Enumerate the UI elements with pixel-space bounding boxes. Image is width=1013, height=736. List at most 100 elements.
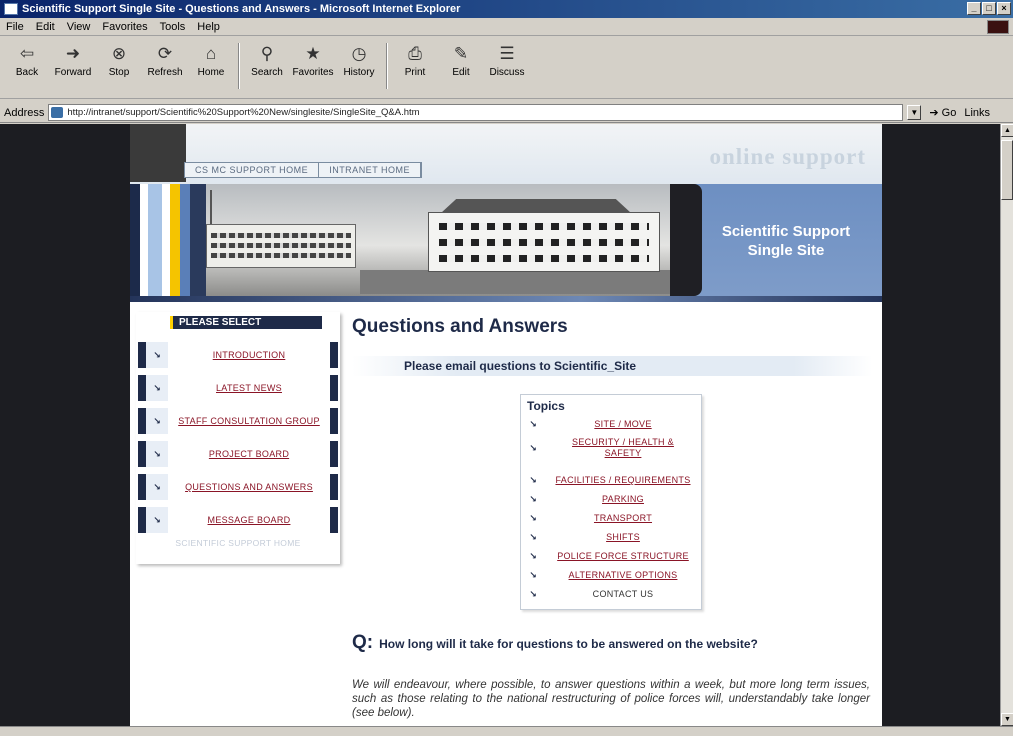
sidebar-item-label: LATEST NEWS	[216, 383, 282, 393]
topic-label: SITE / MOVE	[594, 419, 652, 429]
sidebar-footer-label: SCIENTIFIC SUPPORT HOME	[175, 538, 301, 548]
banner-divider	[130, 296, 882, 302]
arrow-icon: ↘	[146, 408, 168, 434]
topic-parking[interactable]: ↘ PARKING	[521, 494, 701, 505]
question-marker: Q:	[352, 632, 374, 653]
scroll-up-arrow-icon[interactable]: ▲	[1001, 124, 1013, 137]
sidebar-nav: PLEASE SELECT ↘ INTRODUCTION ↘ LATEST NE…	[136, 312, 340, 564]
history-label: History	[343, 67, 375, 78]
go-button[interactable]: ➔ Go	[925, 106, 960, 119]
menu-view[interactable]: View	[67, 21, 91, 33]
forward-label: Forward	[54, 67, 92, 78]
sidebar-footer-link[interactable]: SCIENTIFIC SUPPORT HOME	[138, 534, 338, 552]
topic-security[interactable]: ↘ SECURITY / HEALTH & SAFETY	[521, 437, 701, 459]
please-select-header: PLEASE SELECT	[170, 316, 322, 329]
topic-alternative-options[interactable]: ↘ ALTERNATIVE OPTIONS	[521, 570, 701, 581]
arrow-icon: ↘	[146, 474, 168, 500]
favorites-label: Favorites	[292, 67, 334, 78]
menu-bar: File Edit View Favorites Tools Help	[0, 18, 1013, 36]
topic-transport[interactable]: ↘ TRANSPORT	[521, 513, 701, 524]
edit-button[interactable]: ✎ Edit	[438, 37, 484, 95]
windows-logo-icon	[987, 20, 1009, 34]
arrow-icon: ↘	[146, 441, 168, 467]
web-page: online support CS MC SUPPORT HOME INTRAN…	[130, 124, 882, 726]
arrow-icon: ↘	[529, 419, 537, 429]
close-button[interactable]: ×	[997, 2, 1011, 15]
tab-support-home[interactable]: CS MC SUPPORT HOME	[185, 163, 320, 177]
menu-file[interactable]: File	[6, 21, 24, 33]
banner-stripes	[130, 184, 206, 296]
menu-favorites[interactable]: Favorites	[102, 21, 147, 33]
print-label: Print	[404, 67, 426, 78]
back-button[interactable]: ⇦ Back	[4, 37, 50, 95]
answer-text: We will endeavour, where possible, to an…	[352, 679, 870, 719]
topic-facilities[interactable]: ↘ FACILITIES / REQUIREMENTS	[521, 475, 701, 486]
menu-tools[interactable]: Tools	[160, 21, 186, 33]
sidebar-item-questions-answers[interactable]: ↘ QUESTIONS AND ANSWERS	[138, 474, 338, 500]
sidebar-item-introduction[interactable]: ↘ INTRODUCTION	[138, 342, 338, 368]
search-button[interactable]: ⚲ Search	[244, 37, 290, 95]
favorites-button[interactable]: ★ Favorites	[290, 37, 336, 95]
print-button[interactable]: ⎙ Print	[392, 37, 438, 95]
topic-police-force[interactable]: ↘ POLICE FORCE STRUCTURE	[521, 551, 701, 562]
site-banner: online support CS MC SUPPORT HOME INTRAN…	[130, 124, 882, 296]
menu-help[interactable]: Help	[197, 21, 220, 33]
discuss-button[interactable]: ☰ Discuss	[484, 37, 530, 95]
sidebar-item-label: INTRODUCTION	[212, 350, 286, 360]
go-label: Go	[941, 107, 957, 119]
arrow-icon: ↘	[529, 589, 537, 599]
topic-label: SHIFTS	[606, 532, 640, 542]
arrow-icon: ↘	[529, 551, 537, 561]
sidebar-item-staff-consultation[interactable]: ↘ STAFF CONSULTATION GROUP	[138, 408, 338, 434]
sidebar-item-latest-news[interactable]: ↘ LATEST NEWS	[138, 375, 338, 401]
history-button[interactable]: ◷ History	[336, 37, 382, 95]
stop-button[interactable]: ⊗ Stop	[96, 37, 142, 95]
vertical-scrollbar[interactable]: ▲ ▼	[1000, 124, 1013, 726]
sidebar-item-label: STAFF CONSULTATION GROUP	[178, 416, 320, 426]
topic-label: POLICE FORCE STRUCTURE	[557, 551, 689, 561]
sidebar-item-label: QUESTIONS AND ANSWERS	[185, 482, 313, 492]
search-icon: ⚲	[260, 44, 274, 63]
arrow-icon: ↘	[529, 570, 537, 580]
building-left	[206, 224, 356, 268]
back-label: Back	[15, 67, 39, 78]
discuss-icon: ☰	[499, 44, 515, 63]
arrow-icon: ↘	[146, 375, 168, 401]
edit-label: Edit	[452, 67, 470, 78]
arrow-icon: ↘	[146, 342, 168, 368]
banner-title-line2: Single Site	[747, 242, 825, 259]
refresh-label: Refresh	[147, 67, 183, 78]
arrow-icon: ↘	[529, 494, 537, 504]
forward-arrow-icon: ➜	[65, 44, 81, 63]
refresh-button[interactable]: ⟳ Refresh	[142, 37, 188, 95]
banner-title-line1: Scientific Support	[721, 223, 851, 240]
scroll-thumb[interactable]	[1001, 140, 1013, 200]
ground	[360, 270, 670, 294]
links-button[interactable]: Links	[964, 107, 990, 119]
page-icon	[51, 107, 64, 118]
scroll-down-arrow-icon[interactable]: ▼	[1001, 713, 1013, 726]
address-dropdown-button[interactable]: ▼	[907, 105, 922, 120]
home-button[interactable]: ⌂ Home	[188, 37, 234, 95]
print-icon: ⎙	[408, 44, 422, 63]
favorites-icon: ★	[305, 44, 321, 63]
banner-tabs: CS MC SUPPORT HOME INTRANET HOME	[184, 162, 423, 178]
menu-edit[interactable]: Edit	[36, 21, 55, 33]
arrow-icon: ↘	[529, 532, 537, 542]
topic-contact-us[interactable]: ↘ CONTACT US	[521, 589, 701, 600]
sidebar-item-project-board[interactable]: ↘ PROJECT BOARD	[138, 441, 338, 467]
arrow-icon: ↘	[529, 443, 537, 453]
minimize-button[interactable]: _	[967, 2, 981, 15]
sidebar-item-message-board[interactable]: ↘ MESSAGE BOARD	[138, 507, 338, 533]
forward-button[interactable]: ➜ Forward	[50, 37, 96, 95]
window-title-bar: Scientific Support Single Site - Questio…	[0, 0, 1013, 18]
maximize-button[interactable]: □	[982, 2, 996, 15]
ie-app-icon	[4, 3, 18, 15]
stop-icon: ⊗	[111, 44, 127, 63]
topic-site-move[interactable]: ↘ SITE / MOVE	[521, 419, 701, 430]
tab-intranet-home[interactable]: INTRANET HOME	[319, 163, 422, 177]
address-bar: Address http://intranet/support/Scientif…	[0, 103, 1013, 123]
topic-shifts[interactable]: ↘ SHIFTS	[521, 532, 701, 543]
address-url: http://intranet/support/Scientific%20Sup…	[67, 107, 420, 118]
address-input[interactable]: http://intranet/support/Scientific%20Sup…	[48, 104, 904, 121]
